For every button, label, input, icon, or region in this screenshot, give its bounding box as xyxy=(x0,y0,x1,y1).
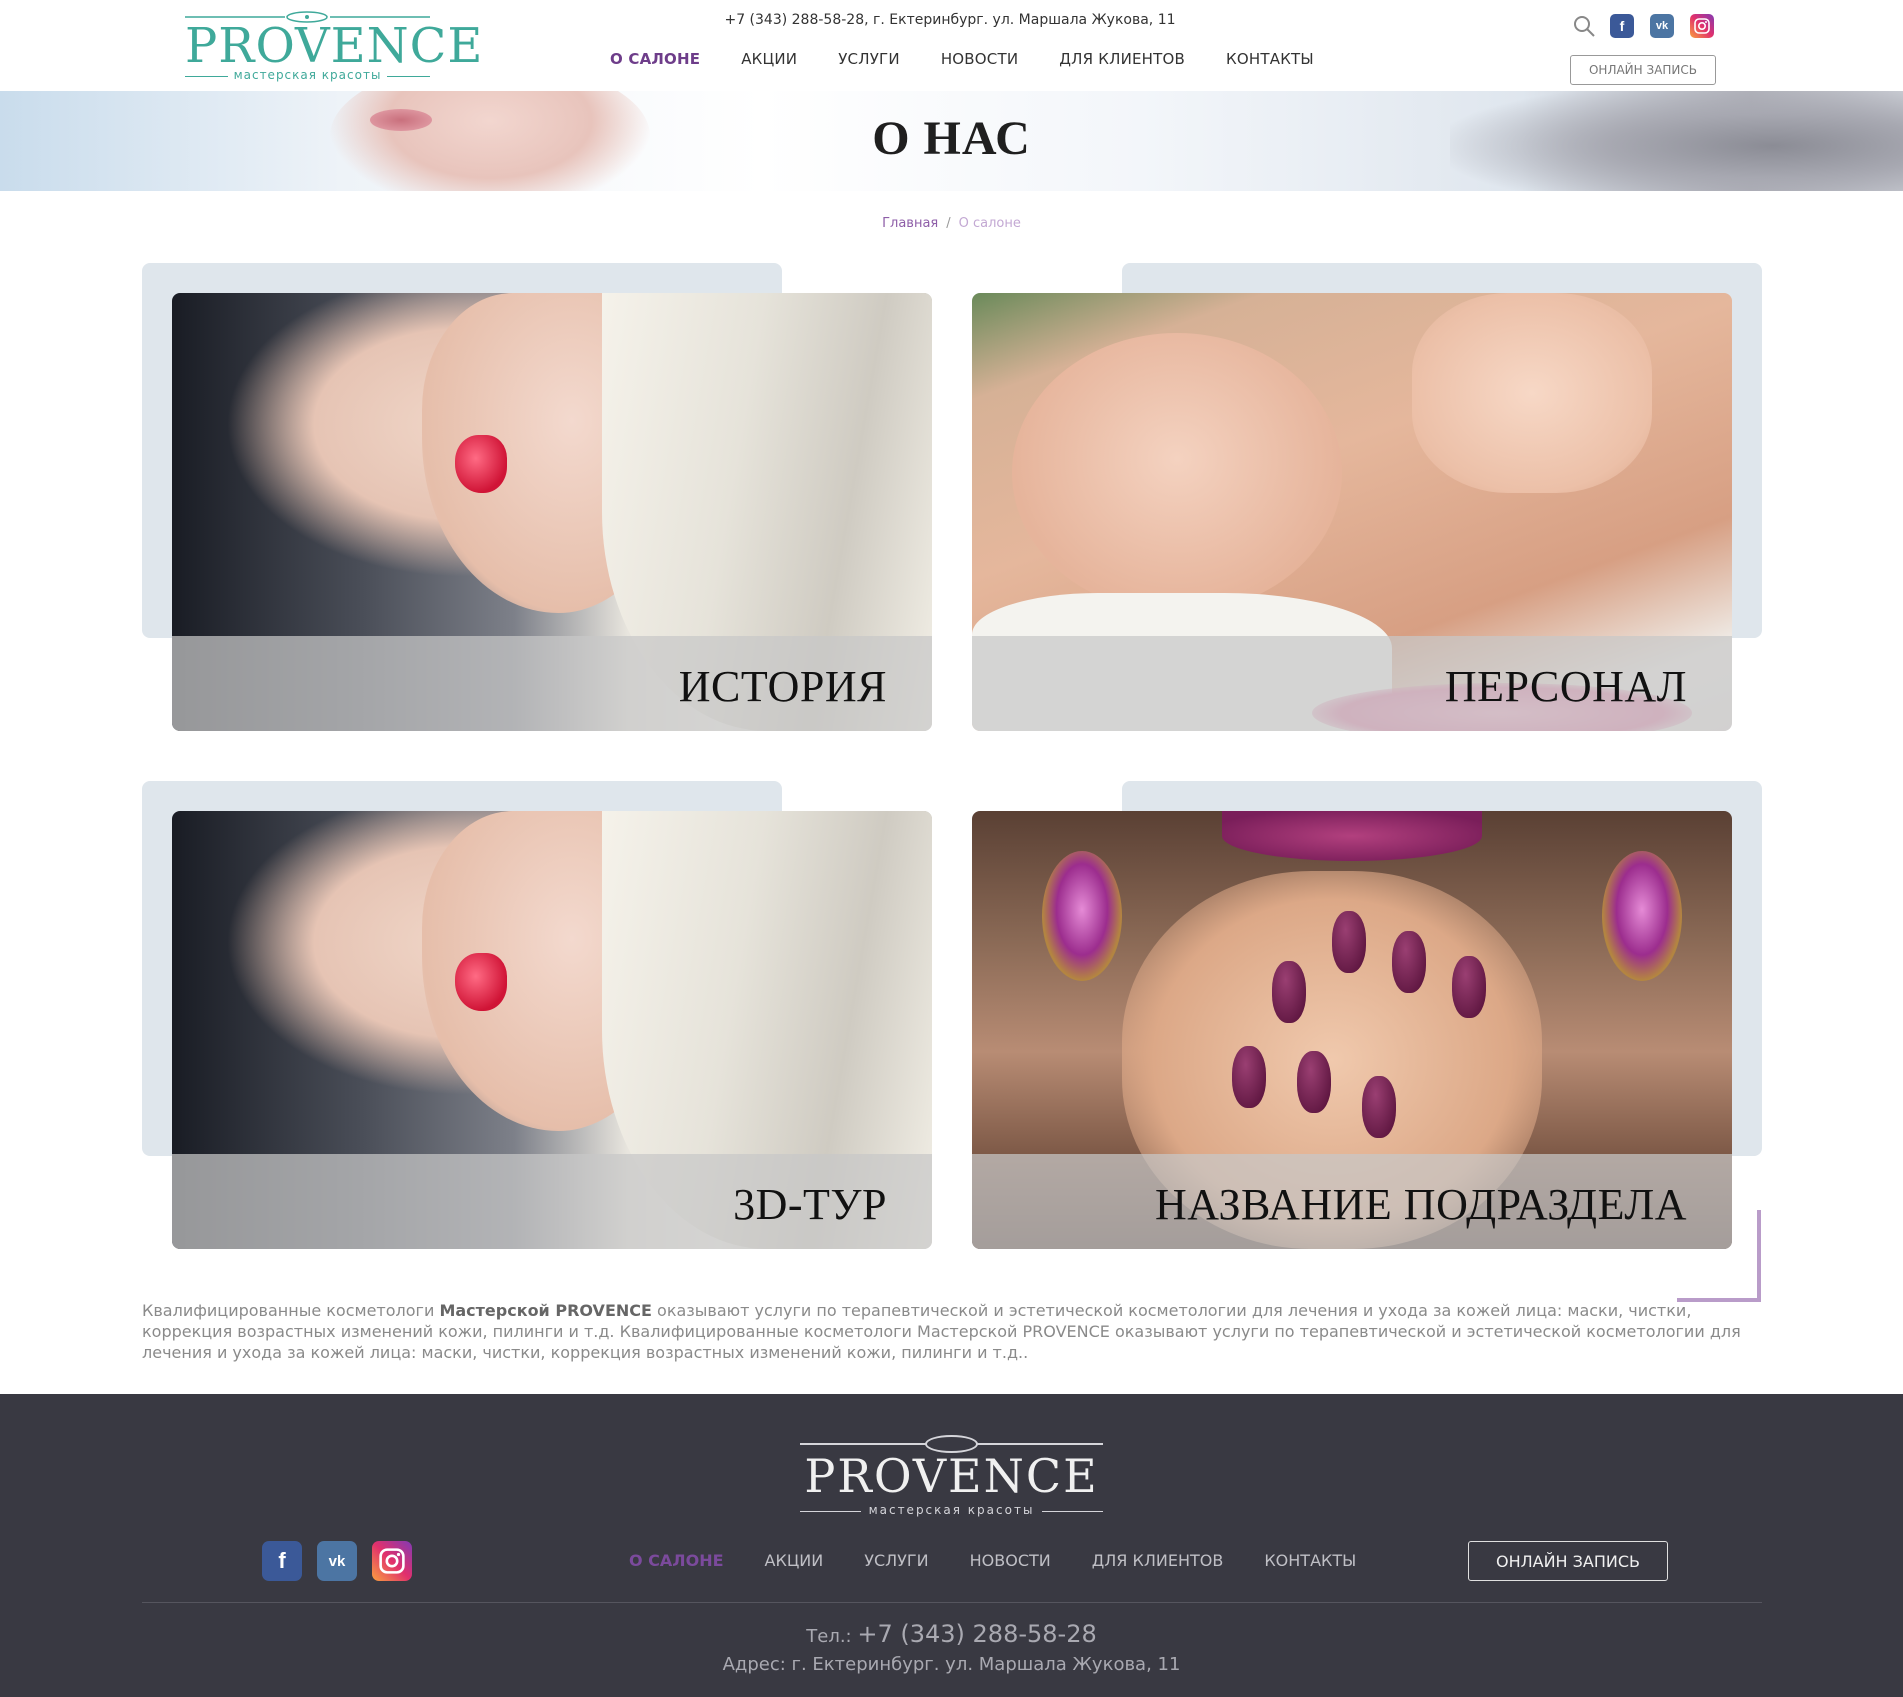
facebook-icon[interactable]: f xyxy=(262,1541,302,1581)
site-footer: PROVENCE мастерская красоты f vk О САЛОН… xyxy=(0,1394,1903,1697)
card-label: НАЗВАНИЕ ПОДРАЗДЕЛА xyxy=(1155,1180,1687,1229)
nail-shape xyxy=(1232,1046,1266,1108)
nail-shape xyxy=(1452,956,1486,1018)
nail-shape xyxy=(1362,1076,1396,1138)
earring-shape xyxy=(1042,851,1122,981)
online-booking-button[interactable]: ОНЛАЙН ЗАПИСЬ xyxy=(1570,55,1716,85)
section-card-staff[interactable]: ПЕРСОНАЛ xyxy=(972,293,1732,731)
footer-nav-item-clients[interactable]: ДЛЯ КЛИЕНТОВ xyxy=(1092,1551,1224,1570)
footer-nav-item-contacts[interactable]: КОНТАКТЫ xyxy=(1264,1551,1356,1570)
hero-banner: О НАС xyxy=(0,91,1903,191)
logo-subtitle: мастерская красоты xyxy=(185,68,430,82)
breadcrumb-home-link[interactable]: Главная xyxy=(882,216,938,231)
logo[interactable]: PROVENCE мастерская красоты xyxy=(185,10,484,82)
section-card-subsection[interactable]: НАЗВАНИЕ ПОДРАЗДЕЛА xyxy=(972,811,1732,1249)
header-contact-line: +7 (343) 288-58-28, г. Ектеринбург. ул. … xyxy=(724,12,1176,28)
breadcrumb-separator: / xyxy=(946,216,951,231)
hand-shape xyxy=(1412,293,1652,493)
instagram-icon[interactable] xyxy=(1690,14,1714,38)
facebook-icon[interactable]: f xyxy=(1610,14,1634,38)
section-card-history[interactable]: ИСТОРИЯ xyxy=(172,293,932,731)
footer-nav-item-promotions[interactable]: АКЦИИ xyxy=(765,1551,824,1570)
nav-item-clients[interactable]: ДЛЯ КЛИЕНТОВ xyxy=(1059,50,1185,74)
footer-nav-item-news[interactable]: НОВОСТИ xyxy=(970,1551,1051,1570)
main-nav: О САЛОНЕ АКЦИИ УСЛУГИ НОВОСТИ ДЛЯ КЛИЕНТ… xyxy=(610,50,1355,74)
header-icons: f vk xyxy=(1572,14,1714,38)
earring-shape xyxy=(1602,851,1682,981)
nail-shape xyxy=(1332,911,1366,973)
nail-shape xyxy=(1297,1051,1331,1113)
nail-shape xyxy=(1392,931,1426,993)
footer-phone-label: Тел.: xyxy=(806,1626,852,1647)
nav-item-services[interactable]: УСЛУГИ xyxy=(838,50,900,74)
card-label: ПЕРСОНАЛ xyxy=(1444,662,1687,711)
section-card-3d-tour[interactable]: 3D-ТУР xyxy=(172,811,932,1249)
footer-socials: f vk xyxy=(262,1541,427,1581)
lips-shape xyxy=(455,953,507,1011)
footer-phone: Тел.: +7 (343) 288-58-28 xyxy=(0,1620,1903,1648)
footer-nav-item-about[interactable]: О САЛОНЕ xyxy=(629,1551,724,1570)
footer-phone-number[interactable]: +7 (343) 288-58-28 xyxy=(857,1620,1096,1648)
nav-item-promotions[interactable]: АКЦИИ xyxy=(741,50,797,74)
site-header: PROVENCE мастерская красоты +7 (343) 288… xyxy=(0,0,1903,91)
nav-item-contacts[interactable]: КОНТАКТЫ xyxy=(1226,50,1314,74)
page-title: О НАС xyxy=(872,112,1031,165)
breadcrumb-current: О салоне xyxy=(958,216,1021,231)
instagram-icon[interactable] xyxy=(372,1541,412,1581)
nav-item-news[interactable]: НОВОСТИ xyxy=(941,50,1018,74)
vk-icon[interactable]: vk xyxy=(1650,14,1674,38)
card-label: ИСТОРИЯ xyxy=(678,662,887,711)
footer-divider xyxy=(142,1602,1762,1603)
footer-logo[interactable]: PROVENCE мастерская красоты xyxy=(800,1429,1103,1519)
nav-item-about[interactable]: О САЛОНЕ xyxy=(610,50,700,74)
footer-nav: О САЛОНЕ АКЦИИ УСЛУГИ НОВОСТИ ДЛЯ КЛИЕНТ… xyxy=(629,1551,1397,1570)
lips-shape xyxy=(1222,811,1482,861)
nail-shape xyxy=(1272,961,1306,1023)
footer-online-booking-button[interactable]: ОНЛАЙН ЗАПИСЬ xyxy=(1468,1541,1668,1581)
logo-text: PROVENCE xyxy=(185,18,484,74)
footer-address: Адрес: г. Ектеринбург. ул. Маршала Жуков… xyxy=(722,1654,1181,1675)
footer-logo-subtitle: мастерская красоты xyxy=(800,1503,1103,1517)
breadcrumb: Главная / О салоне xyxy=(0,216,1903,231)
search-icon[interactable] xyxy=(1572,14,1596,38)
card-label: 3D-ТУР xyxy=(733,1180,887,1229)
lips-shape xyxy=(455,435,507,493)
corner-accent xyxy=(1757,1210,1761,1302)
footer-nav-item-services[interactable]: УСЛУГИ xyxy=(864,1551,928,1570)
footer-logo-text: PROVENCE xyxy=(804,1449,1099,1503)
vk-icon[interactable]: vk xyxy=(317,1541,357,1581)
about-description: Квалифицированные косметологи Мастерской… xyxy=(142,1301,1741,1362)
face-shape xyxy=(1012,333,1342,613)
